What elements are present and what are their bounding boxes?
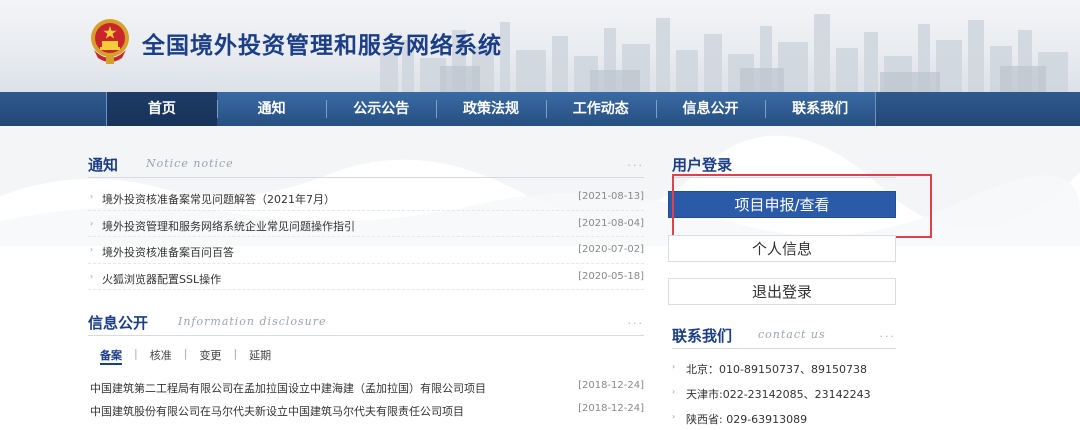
list-item: › 北京：010-89150737、89150738 bbox=[672, 355, 896, 380]
nav-item-disclosure[interactable]: 信息公开 bbox=[655, 92, 766, 126]
contact-tianjin: 天津市:022-23142085、23142243 bbox=[686, 388, 871, 401]
nav-item-notice[interactable]: 通知 bbox=[216, 92, 327, 126]
tab-approval[interactable]: 核准 bbox=[150, 347, 172, 365]
national-emblem-icon bbox=[91, 19, 129, 64]
list-item[interactable]: › 境外投资核准备案常见问题解答（2021年7月） [2021-08-13] bbox=[88, 184, 644, 211]
nav-item-announcements[interactable]: 公示公告 bbox=[326, 92, 436, 126]
nav-item-home[interactable]: 首页 bbox=[107, 92, 217, 126]
bullet-icon: › bbox=[90, 245, 94, 254]
contact-shaanxi: 陕西省: 029-63913089 bbox=[686, 413, 808, 426]
disclosure-list: 中国建筑第二工程局有限公司在孟加拉国设立中建海建（孟加拉国）有限公司项目 [20… bbox=[88, 375, 644, 421]
contact-title: 联系我们 bbox=[672, 327, 733, 345]
disclosure-divider bbox=[88, 335, 644, 336]
notice-title: 通知 bbox=[88, 156, 119, 174]
tab-separator: | bbox=[183, 347, 188, 360]
disclosure-section-header: 信息公开 Information disclosure ... bbox=[88, 312, 644, 338]
notice-list: › 境外投资核准备案常见问题解答（2021年7月） [2021-08-13] ›… bbox=[88, 184, 644, 290]
nav-item-policies[interactable]: 政策法规 bbox=[436, 92, 546, 126]
notice-subtitle: Notice notice bbox=[146, 157, 234, 170]
disclosure-title: 信息公开 bbox=[88, 314, 149, 332]
notice-item-date: [2021-08-04] bbox=[578, 217, 644, 229]
list-item[interactable]: › 境外投资管理和服务网络系统企业常见问题操作指引 [2021-08-04] bbox=[88, 211, 644, 238]
disclosure-item-date: [2018-12-24] bbox=[578, 403, 644, 414]
notice-item-text[interactable]: 境外投资核准备案常见问题解答（2021年7月） bbox=[102, 191, 335, 207]
tab-separator: | bbox=[134, 347, 138, 360]
bullet-icon: › bbox=[90, 218, 94, 228]
contact-beijing: 北京：010-89150737、89150738 bbox=[686, 363, 867, 376]
contact-more-link[interactable]: ... bbox=[880, 327, 897, 340]
site-title[interactable]: 全国境外投资管理和服务网络系统 bbox=[142, 26, 502, 60]
contact-section-header: 联系我们 contact us ... bbox=[672, 325, 896, 351]
notice-more-link[interactable]: ... bbox=[628, 156, 645, 169]
notice-divider bbox=[88, 177, 644, 178]
tab-separator: | bbox=[233, 347, 238, 360]
nav-item-contact[interactable]: 联系我们 bbox=[765, 92, 875, 126]
bullet-icon: › bbox=[90, 271, 94, 281]
list-item: › 陕西省: 029-63913089 bbox=[672, 405, 896, 430]
notice-item-text[interactable]: 境外投资管理和服务网络系统企业常见问题操作指引 bbox=[102, 218, 355, 234]
tab-extension[interactable]: 延期 bbox=[249, 347, 271, 365]
notice-item-date: [2021-08-13] bbox=[578, 191, 644, 202]
logout-button[interactable]: 退出登录 bbox=[668, 278, 896, 305]
bullet-icon: › bbox=[672, 387, 676, 396]
tab-change[interactable]: 变更 bbox=[199, 347, 221, 365]
notice-item-text[interactable]: 境外投资核准备案百问百答 bbox=[102, 244, 234, 260]
contact-divider bbox=[672, 348, 896, 349]
disclosure-item-text[interactable]: 中国建筑第二工程局有限公司在孟加拉国设立中建海建（孟加拉国）有限公司项目 bbox=[90, 380, 486, 396]
list-item[interactable]: 中国建筑股份有限公司在马尔代夫新设立中国建筑马尔代夫有限责任公司项目 [2018… bbox=[88, 398, 644, 421]
disclosure-more-link[interactable]: ... bbox=[628, 314, 645, 327]
highlight-annotation-box bbox=[672, 174, 932, 238]
list-item[interactable]: › 境外投资核准备案百问百答 [2020-07-02] bbox=[88, 237, 644, 264]
tab-filing[interactable]: 备案 bbox=[100, 347, 122, 365]
disclosure-subtitle: Information disclosure bbox=[178, 315, 327, 328]
list-item: › 天津市:022-23142085、23142243 bbox=[672, 380, 896, 405]
notice-item-date: [2020-05-18] bbox=[578, 270, 644, 282]
login-title: 用户登录 bbox=[672, 156, 733, 174]
contact-subtitle: contact us bbox=[758, 328, 826, 341]
bullet-icon: › bbox=[90, 192, 94, 201]
site-header: 全国境外投资管理和服务网络系统 bbox=[0, 0, 1080, 92]
profile-button[interactable]: 个人信息 bbox=[668, 235, 896, 262]
notice-item-date: [2020-07-02] bbox=[578, 244, 644, 255]
disclosure-item-text[interactable]: 中国建筑股份有限公司在马尔代夫新设立中国建筑马尔代夫有限责任公司项目 bbox=[90, 403, 464, 419]
contact-list: › 北京：010-89150737、89150738 › 天津市:022-231… bbox=[672, 355, 896, 430]
list-item[interactable]: › 火狐浏览器配置SSL操作 [2020-05-18] bbox=[88, 264, 644, 291]
bullet-icon: › bbox=[672, 412, 676, 421]
bullet-icon: › bbox=[672, 362, 676, 371]
notice-section-header: 通知 Notice notice ... bbox=[88, 154, 644, 180]
nav-item-work-news[interactable]: 工作动态 bbox=[545, 92, 656, 126]
list-item[interactable]: 中国建筑第二工程局有限公司在孟加拉国设立中建海建（孟加拉国）有限公司项目 [20… bbox=[88, 375, 644, 398]
disclosure-item-date: [2018-12-24] bbox=[578, 380, 644, 391]
main-nav: 首页 通知 公示公告 政策法规 工作动态 信息公开 联系我们 bbox=[106, 92, 876, 126]
notice-item-text[interactable]: 火狐浏览器配置SSL操作 bbox=[102, 271, 221, 287]
disclosure-tabs: 备案 | 核准 | 变更 | 延期 bbox=[100, 347, 271, 365]
